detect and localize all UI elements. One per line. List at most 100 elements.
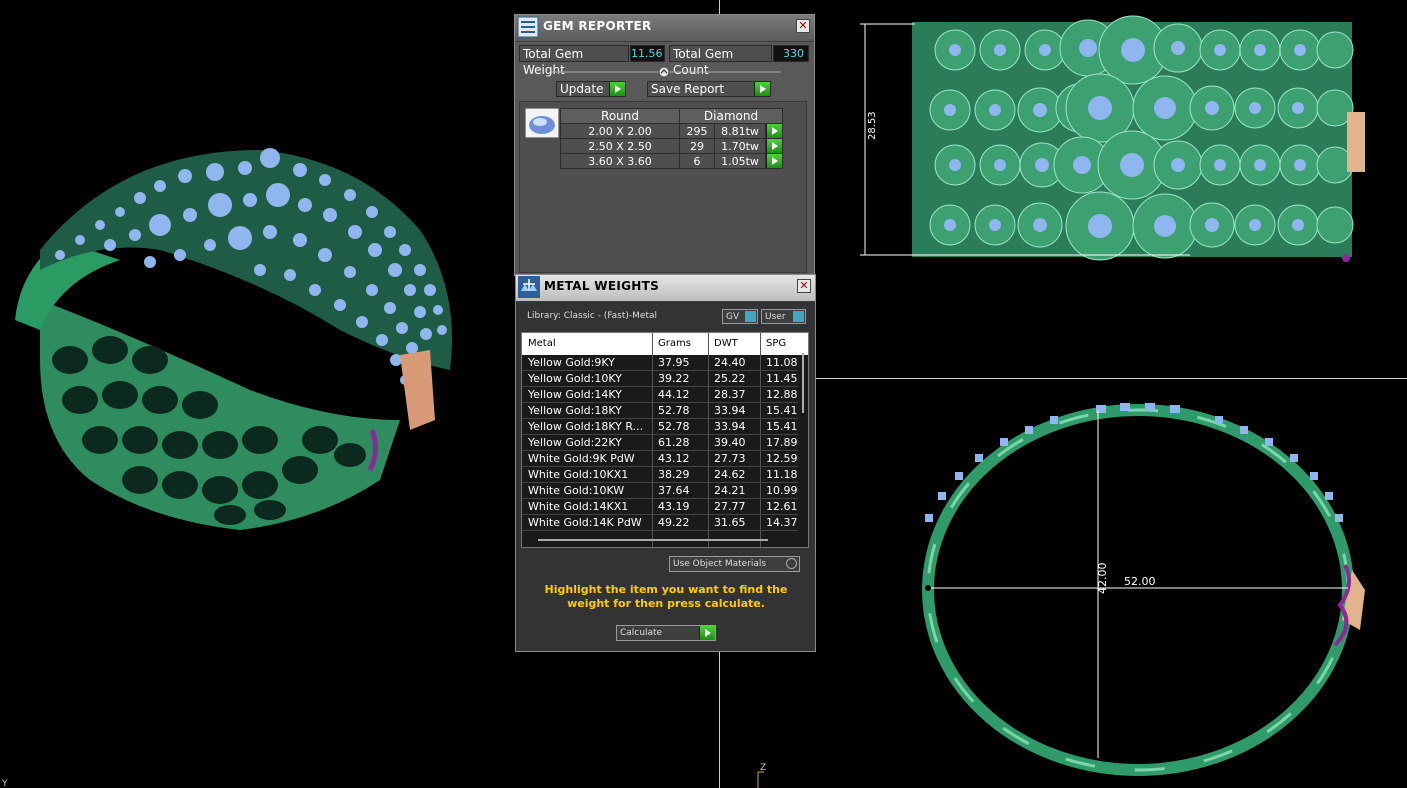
metal-cell-dwt: 24.21 [714, 484, 746, 497]
metal-cell-metal: White Gold:14K PdW [528, 516, 642, 529]
metal-row[interactable]: Yellow Gold:18KY R... 52.78 33.94 15.41 [522, 419, 798, 435]
metal-cell-dwt: 25.22 [714, 372, 746, 385]
horizontal-scrollbar[interactable] [538, 539, 768, 541]
metal-row[interactable]: White Gold:10KX1 38.29 24.62 11.18 [522, 467, 798, 483]
metal-cell-spg: 11.08 [766, 356, 798, 369]
metal-cell-spg: 15.41 [766, 404, 798, 417]
metal-row[interactable]: Yellow Gold:14KY 44.12 28.37 12.88 [522, 387, 798, 403]
metal-cell-grams: 43.19 [658, 500, 690, 513]
gem-count: 295 [679, 123, 715, 139]
gem-weight: 1.70tw [714, 138, 766, 154]
metal-cell-dwt: 27.73 [714, 452, 746, 465]
gem-reporter-icon [517, 16, 539, 38]
metal-row[interactable]: Yellow Gold:9KY 37.95 24.40 11.08 [522, 355, 798, 371]
metal-cell-grams: 61.28 [658, 436, 690, 449]
gem-row[interactable]: 2.00 X 2.00 295 8.81tw [560, 123, 783, 139]
update-button[interactable]: Update [556, 81, 626, 97]
top-dimension-label: 28.53 [867, 111, 878, 140]
metal-cell-grams: 52.78 [658, 420, 690, 433]
gem-weight: 8.81tw [714, 123, 766, 139]
gem-row-go-button[interactable] [765, 123, 783, 139]
user-toggle[interactable]: User [761, 309, 806, 324]
front-width-label: 52.00 [1124, 575, 1156, 588]
gem-table: Round Diamond 2.00 X 2.00 295 8.81tw 2.5… [560, 108, 783, 169]
metal-weights-close-button[interactable]: ✕ [797, 279, 811, 293]
vertical-scrollbar[interactable] [802, 353, 804, 413]
metal-cell-grams: 37.64 [658, 484, 690, 497]
metal-cell-grams: 38.29 [658, 468, 690, 481]
col-metal: Metal [528, 338, 556, 349]
save-report-button[interactable]: Save Report [647, 81, 771, 97]
metal-cell-grams: 43.12 [658, 452, 690, 465]
metal-cell-metal: Yellow Gold:18KY R... [528, 420, 644, 433]
gem-weight: 1.05tw [714, 153, 766, 169]
collapse-toggle[interactable] [551, 66, 781, 78]
metal-cell-spg: 17.89 [766, 436, 798, 449]
metal-weights-panel: METAL WEIGHTS ✕ Library: Classic - (Fast… [515, 274, 816, 652]
perspective-viewport[interactable]: Y [0, 0, 515, 788]
metal-cell-dwt: 27.77 [714, 500, 746, 513]
calculate-go-icon [699, 626, 715, 640]
use-object-materials-dropdown[interactable]: Use Object Materials [669, 556, 800, 572]
metal-cell-dwt: 33.94 [714, 420, 746, 433]
total-gem-count-value: 330 [773, 45, 809, 62]
metal-cell-grams: 39.22 [658, 372, 690, 385]
metal-weights-titlebar[interactable]: METAL WEIGHTS ✕ [516, 275, 815, 302]
gv-toggle[interactable]: GV [722, 309, 758, 324]
gem-shape-header: Round [560, 108, 680, 124]
metal-row[interactable]: White Gold:9K PdW 43.12 27.73 12.59 [522, 451, 798, 467]
calculate-button[interactable]: Calculate [616, 625, 716, 641]
library-label: Library: Classic - (Fast)-Metal [527, 311, 658, 321]
front-height-label: 42.00 [1096, 563, 1109, 595]
metal-weights-title: METAL WEIGHTS [544, 279, 660, 293]
top-viewport[interactable]: 28.53 [820, 0, 1407, 376]
gem-reporter-close-button[interactable]: ✕ [796, 19, 810, 33]
metal-table[interactable]: Metal Grams DWT SPG Yellow Gold:9KY 37.95… [521, 332, 809, 548]
metal-row[interactable]: Yellow Gold:10KY 39.22 25.22 11.45 [522, 371, 798, 387]
total-gem-count-label: Total Gem Count [669, 45, 772, 77]
round-gem-icon[interactable] [525, 108, 559, 138]
gem-row-go-button[interactable] [765, 153, 783, 169]
metal-cell-spg: 12.88 [766, 388, 798, 401]
metal-table-header: Metal Grams DWT SPG [522, 333, 808, 355]
metal-cell-dwt: 24.40 [714, 356, 746, 369]
metal-row[interactable]: Yellow Gold:18KY 52.78 33.94 15.41 [522, 403, 798, 419]
gem-reporter-titlebar[interactable]: GEM REPORTER ✕ [515, 15, 814, 42]
metal-row[interactable]: White Gold:14KX1 43.19 27.77 12.61 [522, 499, 798, 515]
gem-row[interactable]: 2.50 X 2.50 29 1.70tw [560, 138, 783, 154]
metal-row[interactable]: Yellow Gold:22KY 61.28 39.40 17.89 [522, 435, 798, 451]
gem-size: 2.50 X 2.50 [560, 138, 680, 154]
metal-cell-metal: White Gold:9K PdW [528, 452, 635, 465]
dropdown-icon [786, 558, 797, 569]
gem-row[interactable]: 3.60 X 3.60 6 1.05tw [560, 153, 783, 169]
metal-row[interactable]: White Gold:14K PdW 49.22 31.65 14.37 [522, 515, 798, 531]
gem-reporter-title: GEM REPORTER [543, 19, 652, 33]
metal-cell-dwt: 31.65 [714, 516, 746, 529]
col-dwt: DWT [714, 338, 738, 349]
metal-cell-metal: White Gold:14KX1 [528, 500, 629, 513]
gem-size: 2.00 X 2.00 [560, 123, 680, 139]
metal-cell-grams: 49.22 [658, 516, 690, 529]
gem-reporter-panel: GEM REPORTER ✕ Total Gem Weight 11.56 To… [514, 14, 815, 276]
update-go-icon [609, 82, 625, 96]
metal-cell-metal: White Gold:10KW [528, 484, 625, 497]
front-viewport[interactable]: 52.00 42.00 [820, 380, 1407, 788]
metal-cell-metal: Yellow Gold:14KY [528, 388, 622, 401]
col-grams: Grams [658, 338, 691, 349]
gem-row-go-button[interactable] [765, 138, 783, 154]
metal-cell-dwt: 33.94 [714, 404, 746, 417]
calculate-label: Calculate [620, 628, 663, 638]
use-object-materials-label: Use Object Materials [673, 559, 767, 569]
metal-weights-icon [518, 276, 540, 298]
metal-cell-dwt: 28.37 [714, 388, 746, 401]
metal-row[interactable]: White Gold:10KW 37.64 24.21 10.99 [522, 483, 798, 499]
metal-cell-metal: Yellow Gold:9KY [528, 356, 615, 369]
metal-cell-dwt: 39.40 [714, 436, 746, 449]
bracelet-perspective-render [15, 148, 452, 530]
metal-cell-spg: 12.59 [766, 452, 798, 465]
metal-cell-metal: Yellow Gold:18KY [528, 404, 622, 417]
axis-y-label: Y [1, 779, 8, 788]
metal-cell-grams: 52.78 [658, 404, 690, 417]
bracelet-top-render [912, 15, 1365, 262]
col-spg: SPG [766, 338, 787, 349]
